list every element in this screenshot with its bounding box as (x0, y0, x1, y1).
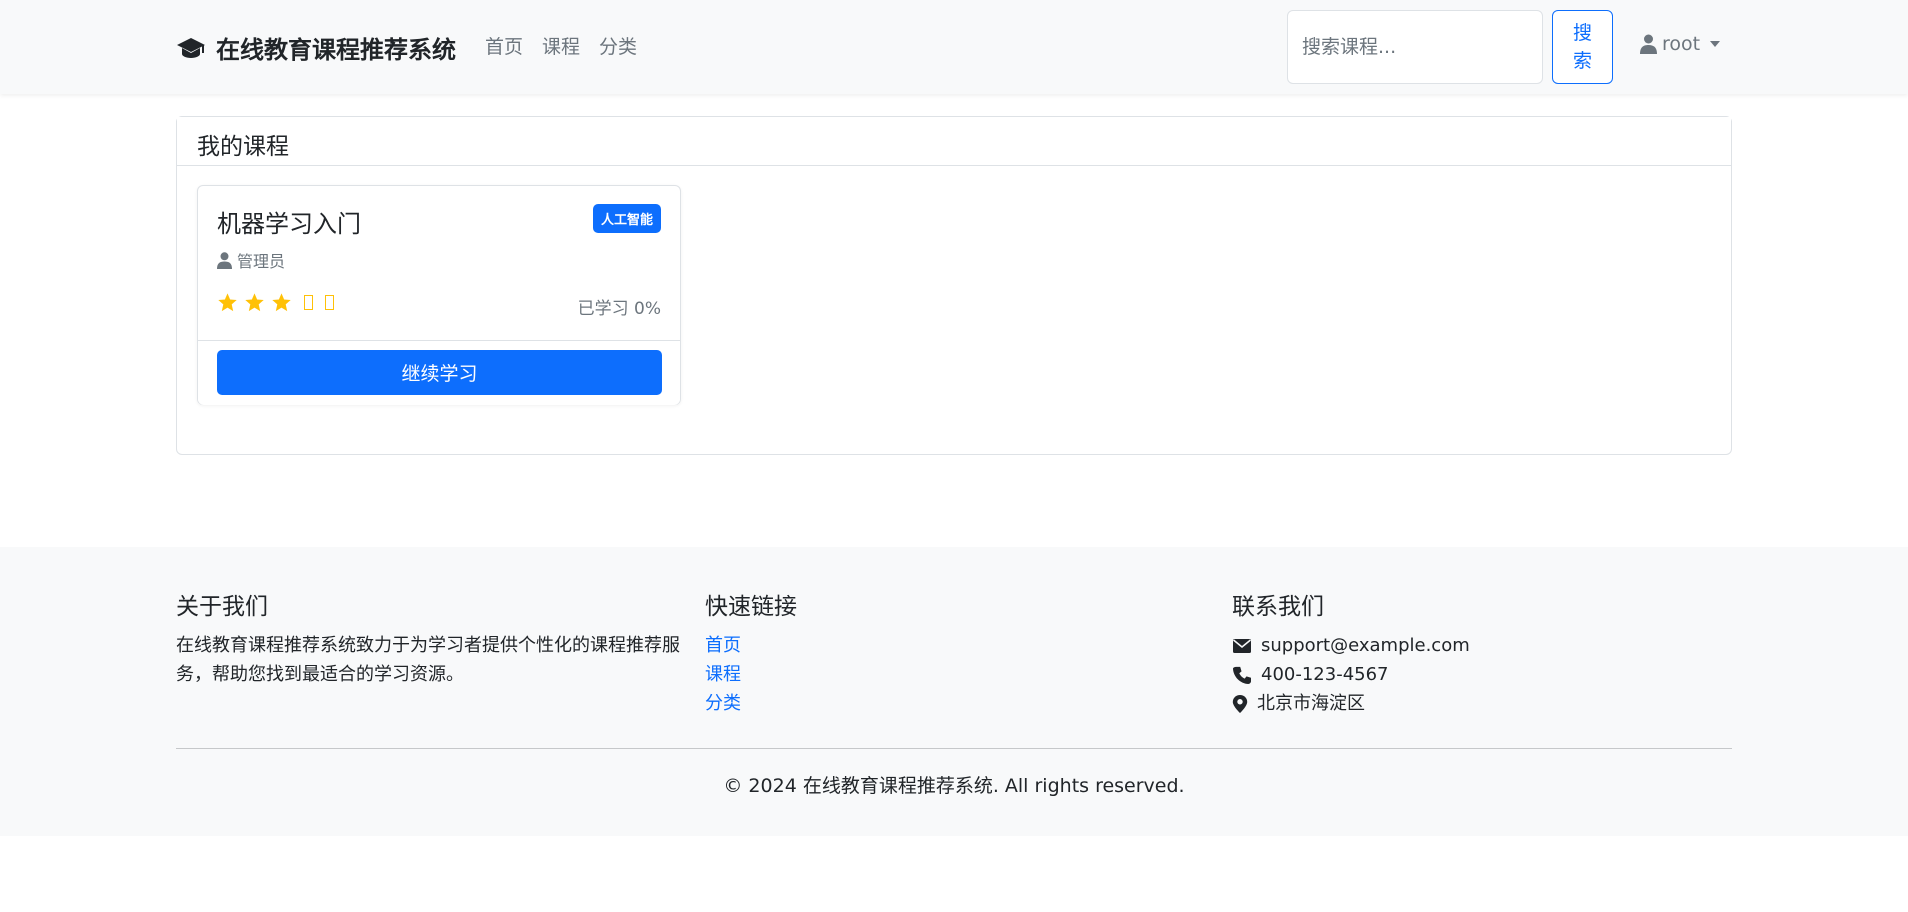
footer-contact: 联系我们 support@example.com 400-123-4567 北京… (1232, 587, 1470, 718)
navbar: 在线教育课程推荐系统 首页 课程 分类 搜索 root (0, 0, 1908, 94)
map-marker-icon (1232, 694, 1248, 713)
contact-address: 北京市海淀区 (1232, 689, 1470, 718)
about-text: 在线教育课程推荐系统致力于为学习者提供个性化的课程推荐服务，帮助您找到最适合的学… (176, 635, 680, 685)
phone-text: 400-123-4567 (1261, 664, 1389, 685)
footer-link-home[interactable]: 首页 (705, 631, 797, 660)
footer-divider (176, 748, 1732, 749)
footer-about: 关于我们 在线教育课程推荐系统致力于为学习者提供个性化的课程推荐服务，帮助您找到… (176, 587, 686, 689)
chevron-down-icon (1710, 41, 1721, 47)
star-icon (272, 293, 291, 312)
about-title: 关于我们 (176, 594, 268, 620)
contact-phone: 400-123-4567 (1232, 660, 1470, 689)
progress-text: 已学习 0% (577, 299, 661, 319)
email-text: support@example.com (1261, 635, 1470, 656)
footer: 关于我们 在线教育课程推荐系统致力于为学习者提供个性化的课程推荐服务，帮助您找到… (0, 547, 1908, 836)
contact-title: 联系我们 (1232, 594, 1324, 620)
user-name: root (1662, 33, 1701, 55)
nav-link-courses[interactable]: 课程 (542, 32, 580, 59)
teacher-name: 管理员 (237, 252, 286, 271)
brand-title: 在线教育课程推荐系统 (216, 36, 456, 64)
search-button[interactable]: 搜索 (1552, 10, 1613, 84)
my-courses-header: 我的课程 (177, 117, 1731, 166)
brand-link[interactable]: 在线教育课程推荐系统 (176, 30, 456, 65)
star-icon (245, 293, 264, 312)
graduation-cap-icon (177, 37, 205, 58)
footer-link-courses[interactable]: 课程 (705, 660, 797, 689)
empty-star-icon (325, 295, 334, 310)
category-badge: 人工智能 (592, 204, 661, 233)
nav-links: 首页 课程 分类 (485, 32, 637, 59)
course-card: 机器学习入门 人工智能 管理员 已学习 0% 继续学习 (197, 185, 681, 405)
course-card-footer: 继续学习 (198, 340, 680, 405)
course-rating (217, 292, 334, 313)
nav-link-home[interactable]: 首页 (485, 32, 523, 59)
nav-link-categories[interactable]: 分类 (599, 32, 637, 59)
user-dropdown[interactable]: root (1640, 33, 1721, 55)
search-input[interactable] (1287, 10, 1543, 84)
user-icon (1640, 34, 1657, 54)
contact-email: support@example.com (1232, 631, 1470, 660)
empty-star-icon (304, 295, 313, 310)
continue-learning-button[interactable]: 继续学习 (217, 350, 662, 395)
quick-links-title: 快速链接 (705, 594, 797, 620)
phone-icon (1233, 666, 1251, 684)
address-text: 北京市海淀区 (1257, 693, 1365, 714)
course-teacher: 管理员 (217, 248, 285, 272)
course-title: 机器学习入门 (217, 210, 361, 238)
envelope-icon (1232, 638, 1252, 653)
my-courses-card: 我的课程 机器学习入门 人工智能 管理员 已学习 0% 继续学习 (176, 116, 1732, 455)
footer-link-categories[interactable]: 分类 (705, 689, 797, 718)
copyright: © 2024 在线教育课程推荐系统. All rights reserved. (723, 775, 1185, 797)
star-icon (218, 293, 237, 312)
user-icon (217, 251, 232, 269)
footer-quick-links: 快速链接 首页 课程 分类 (705, 587, 797, 718)
